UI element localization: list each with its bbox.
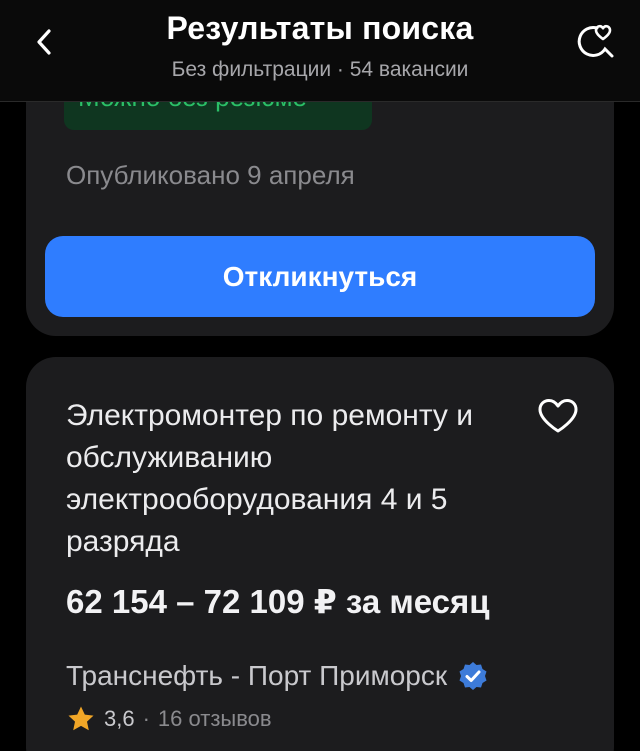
- rating-row[interactable]: 3,6 · 16 отзывов: [66, 702, 272, 736]
- rating-separator: ·: [142, 706, 150, 731]
- screen: Можно без резюме Опубликовано 9 апреля О…: [0, 0, 640, 751]
- top-bar: Результаты поиска Без фильтрации · 54 ва…: [0, 0, 640, 102]
- search-heart-icon: [577, 24, 614, 58]
- heart-outline-icon: [538, 399, 578, 433]
- rating-value: 3,6: [104, 706, 135, 731]
- respond-button[interactable]: Откликнуться: [45, 236, 595, 317]
- company-name[interactable]: Транснефть - Порт Приморск: [66, 660, 447, 692]
- favorite-button[interactable]: [532, 394, 584, 438]
- vacancy-title[interactable]: Электромонтер по ремонту и обслуживанию …: [66, 395, 526, 563]
- reviews-count[interactable]: 16 отзывов: [158, 706, 272, 732]
- page-title: Результаты поиска: [166, 10, 474, 46]
- published-date: Опубликовано 9 апреля: [66, 160, 355, 190]
- saved-searches-button[interactable]: [570, 16, 620, 66]
- company-link[interactable]: Транснефть - Порт Приморск: [66, 656, 489, 696]
- vacancy-salary: 62 154 – 72 109 ₽ за месяц: [66, 583, 490, 620]
- star-icon: [68, 706, 94, 731]
- verified-badge-icon: [459, 662, 487, 690]
- page-subtitle: Без фильтрации · 54 вакансии: [171, 58, 469, 81]
